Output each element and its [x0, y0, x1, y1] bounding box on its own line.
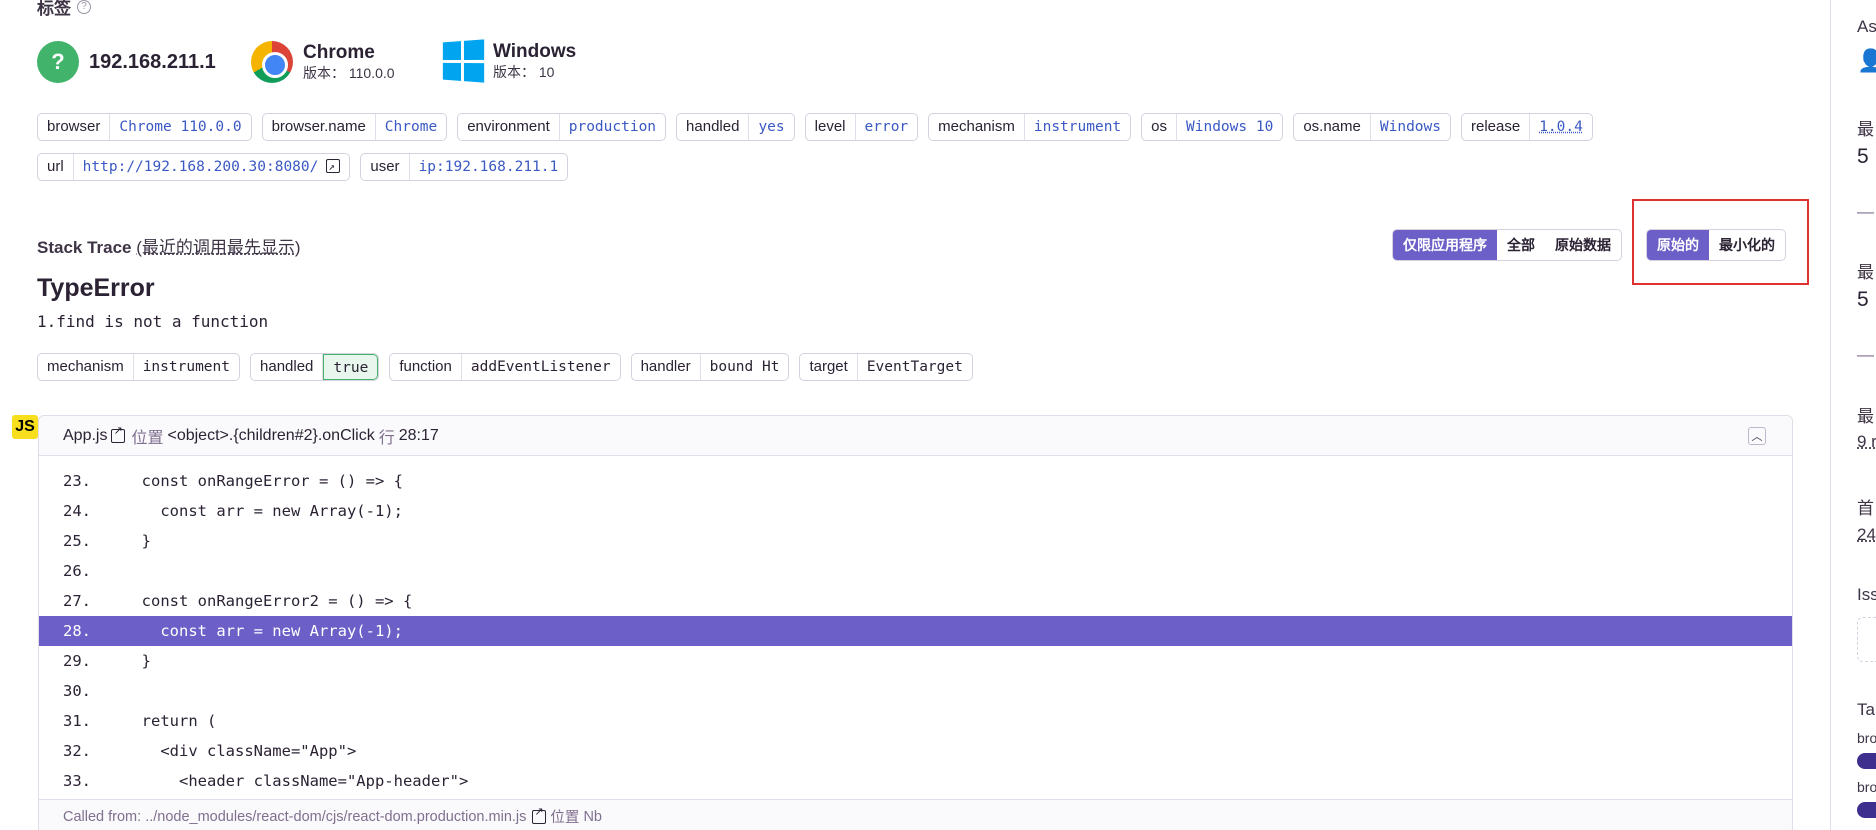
- code-line: 25. }: [63, 532, 151, 550]
- open-source-icon[interactable]: [111, 424, 126, 443]
- chrome-icon: [251, 41, 293, 83]
- mechanism-tags: mechanism instrument handled true function…: [37, 353, 973, 381]
- code-line: 30.: [63, 682, 91, 700]
- code-line: 27. const onRangeError2 = () => {: [63, 592, 413, 610]
- code-line: 23. const onRangeError = () => {: [63, 472, 403, 490]
- frame-location: 28:17: [398, 426, 439, 444]
- sidebar-divider: [1830, 0, 1831, 830]
- filter-raw-button[interactable]: 原始数据: [1545, 230, 1621, 260]
- exception-type: TypeError: [37, 274, 155, 302]
- code-line: 26.: [63, 562, 91, 580]
- tag-level[interactable]: level error: [804, 113, 919, 141]
- sidebar-tag-label: bro: [1857, 730, 1876, 746]
- sidebar-heading: 最: [1857, 407, 1874, 426]
- sidebar-tag-label: bro: [1857, 779, 1876, 795]
- frame-line-label: 行: [378, 429, 395, 447]
- tag-environment[interactable]: environment production: [457, 113, 667, 141]
- tag-browser-name[interactable]: browser.name Chrome: [261, 113, 448, 141]
- frame-in-label: 位置: [131, 429, 164, 447]
- called-from-frame[interactable]: Called from: ../node_modules/react-dom/c…: [39, 799, 1792, 830]
- context-browser: Chrome 版本： 110.0.0: [251, 41, 395, 83]
- js-platform-icon: JS: [12, 415, 38, 439]
- stack-trace-subtitle: (最近的调用最先显示): [136, 238, 301, 257]
- sidebar-link[interactable]: 9 r: [1857, 432, 1876, 452]
- sidebar-value: 5: [1857, 145, 1869, 168]
- tag-handler[interactable]: handler bound Ht: [630, 353, 790, 381]
- sidebar-tag-bar[interactable]: [1857, 753, 1876, 769]
- filter-all-button[interactable]: 全部: [1497, 230, 1545, 260]
- tag-release[interactable]: release 1.0.4: [1460, 113, 1593, 141]
- sidebar-heading: Ta: [1857, 700, 1875, 719]
- code-line: 24. const arr = new Array(-1);: [63, 502, 403, 520]
- windows-icon: [442, 39, 485, 83]
- help-icon[interactable]: ?: [77, 0, 91, 14]
- tag-mechanism-2[interactable]: mechanism instrument: [37, 353, 241, 381]
- os-name: Windows: [493, 41, 577, 62]
- sidebar-tag-bar[interactable]: [1857, 802, 1876, 818]
- tag-target[interactable]: target EventTarget: [799, 353, 973, 381]
- code-context: 23. const onRangeError = () => { 24. con…: [39, 456, 1792, 796]
- external-link-icon[interactable]: [326, 154, 341, 180]
- tag-user[interactable]: user ip:192.168.211.1: [360, 153, 569, 181]
- sidebar-heading: 首: [1857, 499, 1874, 518]
- tag-mechanism[interactable]: mechanism instrument: [928, 113, 1132, 141]
- user-icon: 👤: [1857, 48, 1876, 73]
- context-os: Windows 版本： 10: [441, 39, 577, 83]
- chevron-up-icon[interactable]: ︿: [1748, 427, 1766, 445]
- sidebar-divider-text: —: [1857, 345, 1874, 364]
- frame-filename: App.js: [63, 426, 108, 444]
- tag-handled[interactable]: handled yes: [676, 113, 795, 141]
- question-circle-icon: ?: [37, 41, 79, 83]
- browser-name: Chrome: [303, 42, 375, 63]
- user-ip: 192.168.211.1: [89, 50, 216, 73]
- code-line: 29. }: [63, 652, 151, 670]
- exception-message: 1.find is not a function: [37, 312, 269, 331]
- filter-app-only-button[interactable]: 仅限应用程序: [1393, 230, 1497, 260]
- sidebar-link[interactable]: 24: [1857, 525, 1876, 545]
- context-user: ? 192.168.211.1: [37, 41, 216, 83]
- sidebar-box[interactable]: [1857, 617, 1876, 662]
- sidebar-heading: 最: [1857, 120, 1874, 139]
- code-line: 31. return (: [63, 712, 217, 730]
- highlight-annotation-box: [1632, 199, 1809, 285]
- tags-section-title: 标签 ?: [37, 0, 91, 19]
- code-line: 32. <div className="App">: [63, 742, 357, 760]
- tag-handled-2[interactable]: handled true: [250, 353, 380, 381]
- sidebar-value: 5: [1857, 288, 1869, 311]
- sidebar-heading: As: [1857, 17, 1876, 36]
- sidebar-divider-text: —: [1857, 202, 1874, 221]
- browser-version: 版本： 110.0.0: [303, 65, 395, 81]
- stack-filter-toggle: 仅限应用程序 全部 原始数据: [1392, 229, 1622, 261]
- sidebar-heading: Iss: [1857, 585, 1876, 604]
- tag-url[interactable]: url http://192.168.200.30:8080/: [37, 153, 351, 181]
- code-line: 33. <header className="App-header">: [63, 772, 469, 790]
- tag-browser[interactable]: browser Chrome 110.0.0: [37, 113, 252, 141]
- sidebar-heading: 最: [1857, 263, 1874, 282]
- tag-function[interactable]: function addEventListener: [389, 353, 621, 381]
- frame-header[interactable]: App.js 位置 <object>.{children#2}.onClick …: [39, 416, 1792, 456]
- tags-row-2: urlhttp://192.168.200.30:8080/ userip:19…: [37, 153, 569, 181]
- tags-row-1: browser Chrome 110.0.0 browser.name Chrome…: [37, 113, 1593, 141]
- tag-os-name[interactable]: os.name Windows: [1293, 113, 1451, 141]
- code-line-highlighted: 28. const arr = new Array(-1);: [39, 616, 1792, 646]
- stack-trace-heading: Stack Trace (最近的调用最先显示): [37, 238, 301, 257]
- os-version: 版本： 10: [493, 64, 555, 80]
- tag-os[interactable]: os Windows 10: [1141, 113, 1284, 141]
- tags-title: 标签: [37, 0, 71, 18]
- stack-frame: App.js 位置 <object>.{children#2}.onClick …: [38, 415, 1793, 830]
- frame-function: <object>.{children#2}.onClick: [167, 426, 375, 444]
- open-source-icon-2[interactable]: [532, 805, 547, 824]
